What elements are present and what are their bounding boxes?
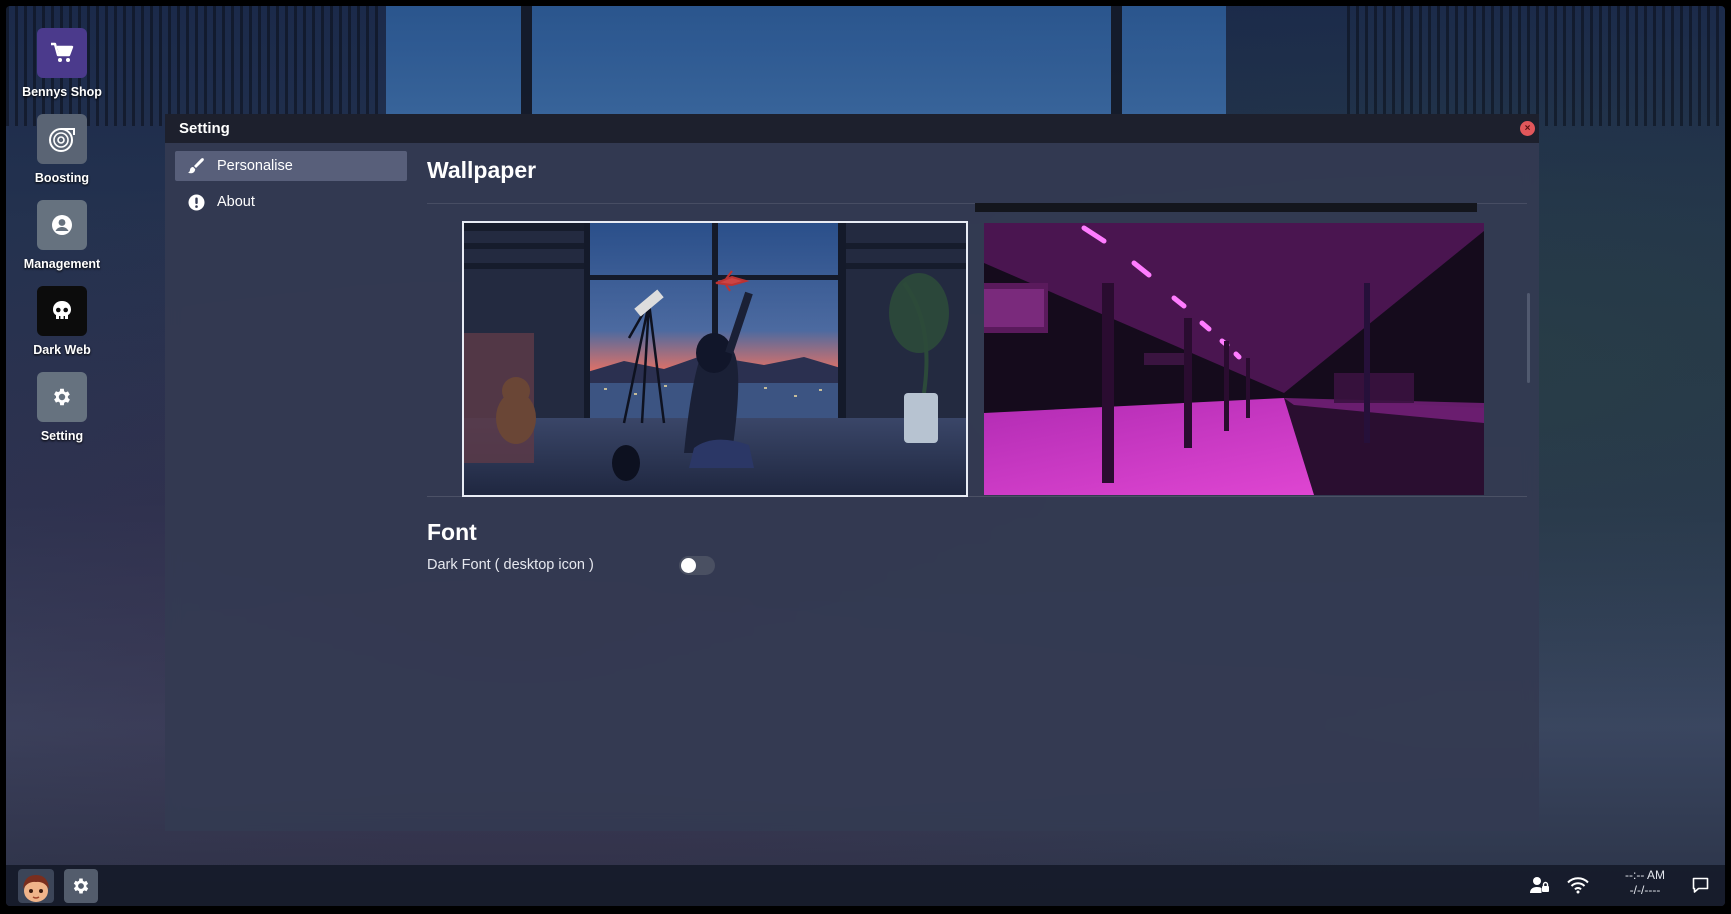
dark-font-label: Dark Font ( desktop icon ) — [427, 557, 594, 573]
taskbar: --:-- AM -/-/---- — [6, 865, 1725, 906]
turbo-icon — [37, 114, 87, 164]
sidebar-item-label: Personalise — [217, 158, 293, 174]
user-circle-icon — [37, 200, 87, 250]
desktop-icon-label: Bennys Shop — [22, 85, 102, 99]
sidebar-item-about[interactable]: About — [175, 187, 407, 217]
desktop-icon-label: Dark Web — [33, 343, 91, 357]
wallpaper-option-neon-station[interactable] — [984, 223, 1484, 495]
toggle-knob — [681, 558, 696, 573]
settings-sidebar: Personalise About — [175, 151, 407, 223]
scrollbar-thumb[interactable] — [1527, 293, 1530, 383]
desktop: Bennys Shop Boosting Management Dark Web… — [6, 6, 1725, 906]
info-icon — [186, 193, 206, 211]
wifi-icon[interactable] — [1567, 875, 1589, 895]
skull-icon — [37, 286, 87, 336]
window-titlebar[interactable]: Setting × — [165, 114, 1539, 143]
clock-time: --:-- AM — [1625, 868, 1665, 882]
chat-icon[interactable] — [1689, 875, 1711, 895]
settings-content: Wallpaper Font Dark Font (desktop icon … — [427, 143, 1530, 831]
sidebar-item-personalise[interactable]: Personalise — [175, 151, 407, 181]
wallpaper-room-image — [464, 223, 966, 495]
gear-icon — [37, 372, 87, 422]
cart-icon — [37, 28, 87, 78]
desktop-icon-bennys-shop[interactable]: Bennys Shop — [14, 28, 110, 114]
settings-window: Setting × Personalise About Wallpaper Fo… — [165, 114, 1539, 831]
close-icon[interactable]: × — [1520, 121, 1535, 136]
desktop-icons: Bennys Shop Boosting Management Dark Web… — [14, 28, 110, 458]
wallpaper-station-image — [984, 223, 1484, 495]
brush-icon — [186, 157, 206, 175]
taskbar-clock[interactable]: --:-- AM -/-/---- — [1615, 868, 1675, 898]
desktop-icon-label: Setting — [40, 429, 84, 443]
sidebar-item-label: About — [217, 194, 255, 210]
wallpaper-row-above — [975, 203, 1477, 212]
desktop-icon-dark-web[interactable]: Dark Web — [14, 286, 110, 372]
desktop-icon-boosting[interactable]: Boosting — [14, 114, 110, 200]
desktop-icon-label: Management — [23, 257, 101, 271]
dark-font-toggle[interactable] — [679, 556, 715, 575]
gear-icon[interactable] — [64, 869, 98, 903]
wallpaper-heading: Wallpaper — [427, 157, 537, 183]
desktop-icon-label: Boosting — [34, 171, 90, 185]
font-heading: Font — [427, 519, 477, 545]
clock-date: -/-/---- — [1629, 883, 1661, 897]
desktop-icon-management[interactable]: Management — [14, 200, 110, 286]
divider — [427, 496, 1527, 497]
desktop-icon-setting[interactable]: Setting — [14, 372, 110, 458]
wallpaper-option-room[interactable] — [462, 221, 968, 497]
window-title: Setting — [179, 120, 230, 137]
user-lock-icon[interactable] — [1529, 875, 1551, 895]
avatar[interactable] — [18, 869, 54, 903]
